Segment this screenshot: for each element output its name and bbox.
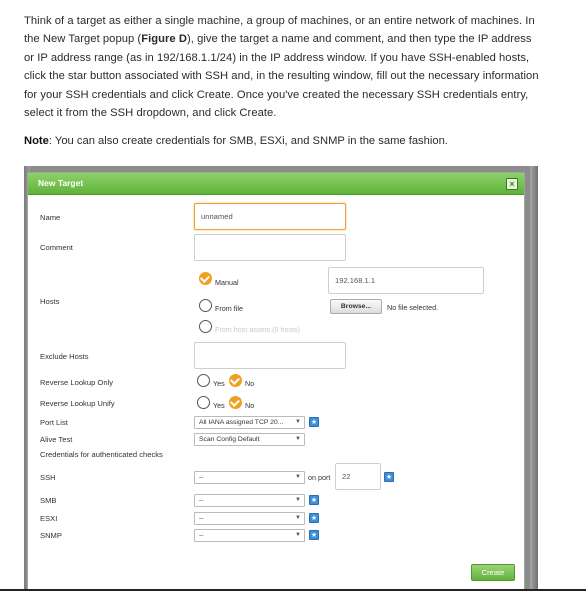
ssh-port-input[interactable]: 22 bbox=[335, 463, 381, 490]
article-paragraph: Think of a target as either a single mac… bbox=[24, 12, 544, 122]
hosts-manual-label: Manual bbox=[215, 278, 239, 287]
dialog-title: New Target bbox=[38, 178, 84, 188]
port-list-select[interactable]: All IANA assigned TCP 20... ▼ bbox=[194, 416, 305, 429]
exclude-hosts-label: Exclude Hosts bbox=[40, 352, 89, 361]
reverse-lookup-unify-yes-radio[interactable] bbox=[197, 396, 210, 409]
reverse-lookup-only-yes-label: Yes bbox=[213, 379, 225, 388]
on-port-label: on port bbox=[308, 473, 331, 482]
port-list-value: All IANA assigned TCP 20... bbox=[199, 419, 284, 426]
credentials-heading: Credentials for authenticated checks bbox=[40, 450, 163, 459]
hosts-from-file-label: From file bbox=[215, 304, 243, 313]
reverse-lookup-only-yes-radio[interactable] bbox=[197, 374, 210, 387]
reverse-lookup-only-no-label: No bbox=[245, 379, 255, 388]
reverse-lookup-only-label: Reverse Lookup Only bbox=[40, 378, 114, 387]
dialog-titlebar: New Target × bbox=[28, 173, 524, 195]
port-list-new-star-icon[interactable]: ★ bbox=[309, 417, 319, 427]
hosts-manual-value: 192.168.1.1 bbox=[335, 276, 376, 285]
ssh-select[interactable]: -- ▼ bbox=[194, 471, 305, 484]
name-input-value: unnamed bbox=[201, 212, 233, 221]
close-icon[interactable]: × bbox=[506, 178, 518, 190]
browse-button[interactable]: Browse... bbox=[330, 299, 382, 314]
reverse-lookup-unify-no-radio[interactable] bbox=[229, 396, 242, 409]
snmp-select[interactable]: -- ▼ bbox=[194, 529, 305, 542]
esxi-value: -- bbox=[199, 515, 204, 522]
alive-test-value: Scan Config Default bbox=[199, 436, 260, 443]
exclude-hosts-input[interactable] bbox=[194, 342, 346, 369]
esxi-label: ESXI bbox=[40, 514, 58, 523]
smb-label: SMB bbox=[40, 496, 57, 505]
comment-input[interactable] bbox=[194, 234, 346, 261]
article-body: Think of a target as either a single mac… bbox=[24, 12, 544, 122]
figure-reference: Figure D bbox=[141, 33, 187, 46]
hosts-manual-input[interactable]: 192.168.1.1 bbox=[328, 267, 484, 294]
chevron-down-icon: ▼ bbox=[295, 497, 301, 503]
ssh-label: SSH bbox=[40, 473, 56, 482]
name-label: Name bbox=[40, 213, 61, 222]
hosts-from-assets-radio[interactable] bbox=[199, 320, 212, 333]
esxi-new-credential-star-icon[interactable]: ★ bbox=[309, 513, 319, 523]
alive-test-label: Alive Test bbox=[40, 435, 73, 444]
chevron-down-icon: ▼ bbox=[295, 515, 301, 521]
paragraph-text-b: ), give the target a name and comment, a… bbox=[24, 33, 539, 120]
port-list-label: Port List bbox=[40, 418, 68, 427]
comment-label: Comment bbox=[40, 243, 73, 252]
chevron-down-icon: ▼ bbox=[295, 532, 301, 538]
snmp-new-credential-star-icon[interactable]: ★ bbox=[309, 530, 319, 540]
hosts-from-assets-label: From host assets (0 hosts) bbox=[215, 325, 301, 334]
hosts-from-file-radio[interactable] bbox=[199, 299, 212, 312]
no-file-selected-text: No file selected. bbox=[387, 303, 439, 312]
name-input[interactable]: unnamed bbox=[194, 203, 346, 230]
chevron-down-icon: ▼ bbox=[295, 474, 301, 480]
smb-value: -- bbox=[199, 497, 204, 504]
note-text: : You can also create credentials for SM… bbox=[48, 135, 448, 147]
ssh-new-credential-star-icon[interactable]: ★ bbox=[384, 472, 394, 482]
reverse-lookup-unify-yes-label: Yes bbox=[213, 401, 225, 410]
new-target-dialog: New Target × Name unnamed Comment Hosts … bbox=[27, 172, 525, 591]
reverse-lookup-only-no-radio[interactable] bbox=[229, 374, 242, 387]
ssh-value: -- bbox=[199, 474, 204, 481]
ssh-port-value: 22 bbox=[342, 472, 351, 481]
smb-select[interactable]: -- ▼ bbox=[194, 494, 305, 507]
hosts-manual-radio[interactable] bbox=[199, 272, 212, 285]
smb-new-credential-star-icon[interactable]: ★ bbox=[309, 495, 319, 505]
chevron-down-icon: ▼ bbox=[295, 436, 301, 442]
esxi-select[interactable]: -- ▼ bbox=[194, 512, 305, 525]
alive-test-select[interactable]: Scan Config Default ▼ bbox=[194, 433, 305, 446]
hosts-label: Hosts bbox=[40, 297, 60, 306]
snmp-value: -- bbox=[199, 532, 204, 539]
note-label: Note bbox=[24, 135, 49, 147]
chevron-down-icon: ▼ bbox=[295, 419, 301, 425]
backdrop-edge-right bbox=[530, 166, 538, 591]
reverse-lookup-unify-label: Reverse Lookup Unify bbox=[40, 399, 115, 408]
create-button[interactable]: Create bbox=[471, 564, 515, 581]
note-line: Note: You can also create credentials fo… bbox=[24, 135, 448, 147]
snmp-label: SNMP bbox=[40, 531, 62, 540]
reverse-lookup-unify-no-label: No bbox=[245, 401, 255, 410]
